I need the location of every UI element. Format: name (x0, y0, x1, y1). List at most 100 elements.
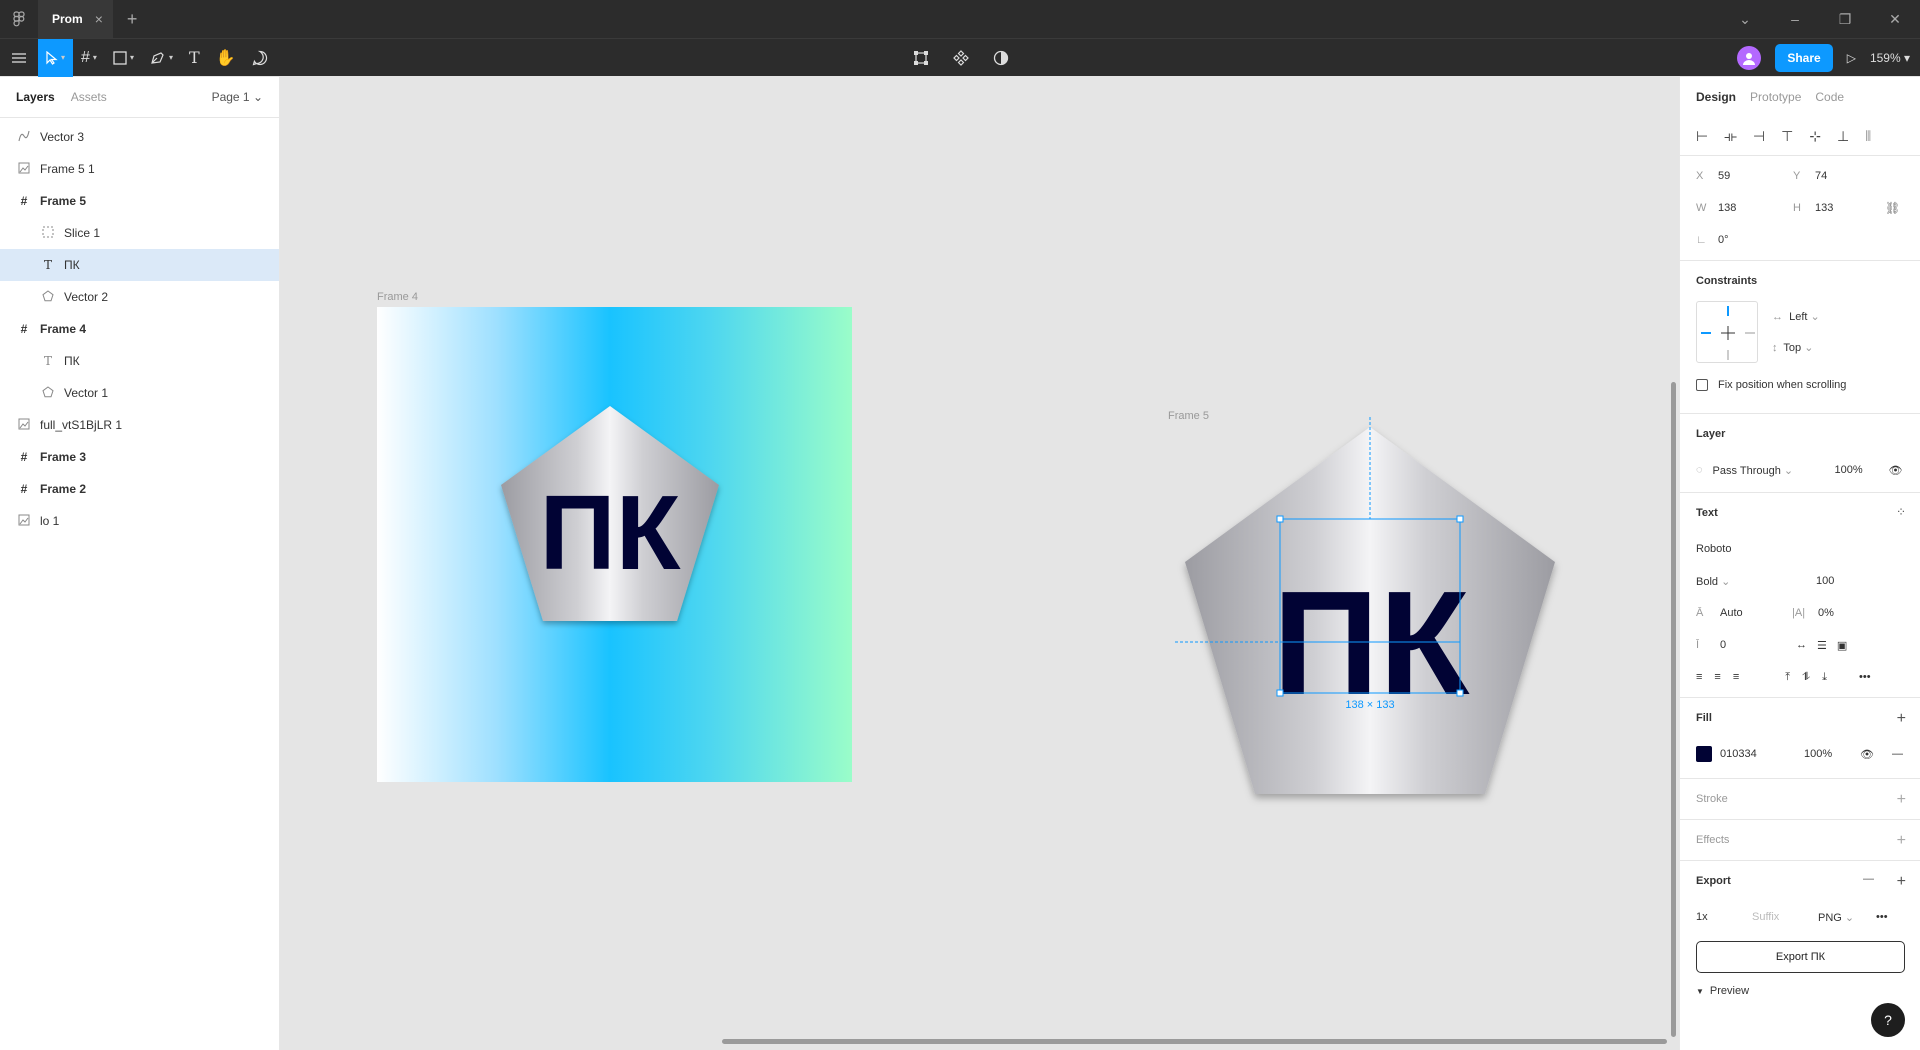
move-tool-button[interactable]: ▾ (38, 38, 74, 77)
fill-hex-input[interactable]: 010334 (1720, 748, 1804, 760)
remove-fill-icon[interactable]: — (1892, 748, 1903, 760)
zoom-dropdown[interactable]: 159% ▾ (1870, 51, 1910, 65)
frame-tool-button[interactable]: # ▾ (73, 39, 105, 77)
align-left-icon[interactable]: ⊢ (1696, 128, 1708, 145)
resize-handle[interactable] (1456, 689, 1464, 697)
tab-code[interactable]: Code (1815, 90, 1844, 104)
line-height-input[interactable]: Auto (1720, 607, 1792, 619)
resize-handle[interactable] (1276, 515, 1284, 523)
align-center-h-icon[interactable]: ⟛ (1724, 128, 1737, 145)
text-tool-button[interactable]: T (181, 39, 208, 77)
component-icon[interactable] (945, 39, 977, 77)
horizontal-scrollbar[interactable] (722, 1039, 1667, 1044)
align-bottom-text-icon[interactable]: ⤓ (1822, 671, 1827, 684)
layer-item[interactable]: Vector 2 (0, 281, 279, 313)
comment-tool-button[interactable] (244, 39, 276, 77)
layer-item[interactable]: Frame 5 1 (0, 153, 279, 185)
share-button[interactable]: Share (1775, 44, 1833, 72)
preview-toggle[interactable]: Preview (1710, 985, 1749, 997)
rotation-input[interactable]: 0° (1718, 234, 1729, 246)
align-right-icon[interactable]: ⊣ (1753, 128, 1765, 145)
vertical-scrollbar[interactable] (1671, 382, 1676, 1037)
file-tab[interactable]: Prom × (38, 0, 113, 38)
blend-mode-dropdown[interactable]: Pass Through ⌄ (1713, 464, 1835, 477)
layer-item[interactable]: Vector 3 (0, 121, 279, 153)
new-tab-icon[interactable]: + (127, 9, 138, 30)
layer-item[interactable]: # Frame 4 (0, 313, 279, 345)
horizontal-constraint-dropdown[interactable]: ↔ Left ⌄ (1772, 310, 1820, 323)
fill-visibility-icon[interactable]: 👁 (1860, 748, 1874, 761)
remove-export-icon[interactable]: — (1863, 873, 1874, 885)
frame-5[interactable]: ПК 138 × 133 (1160, 417, 1620, 887)
layer-item[interactable]: full_vtS1BjLR 1 (0, 409, 279, 441)
shape-tool-button[interactable]: ▾ (105, 39, 142, 77)
font-size-input[interactable]: 100 (1816, 575, 1834, 587)
text-align-left-icon[interactable]: ≡ (1696, 671, 1702, 683)
constrain-proportions-icon[interactable]: ⛓ (1885, 201, 1900, 215)
resize-handle[interactable] (1456, 515, 1464, 523)
auto-width-icon[interactable]: ↔ (1796, 639, 1807, 651)
layer-item[interactable]: Slice 1 (0, 217, 279, 249)
align-top-icon[interactable]: ⊤ (1781, 128, 1793, 145)
vertical-constraint-dropdown[interactable]: ↕ Top ⌄ (1772, 341, 1820, 354)
resize-handle[interactable] (1276, 689, 1284, 697)
text-align-center-icon[interactable]: ≡ (1714, 671, 1720, 683)
constraints-widget[interactable] (1696, 301, 1758, 363)
main-menu-icon[interactable] (0, 39, 38, 77)
help-button[interactable]: ? (1871, 1003, 1905, 1037)
contrast-icon[interactable] (985, 39, 1017, 77)
close-window-icon[interactable]: ✕ (1870, 11, 1920, 28)
distribute-icon[interactable]: ⫴ (1865, 128, 1871, 145)
w-input[interactable]: 138 (1718, 202, 1793, 214)
export-format-dropdown[interactable]: PNG ⌄ (1818, 911, 1876, 924)
layer-item[interactable]: Vector 1 (0, 377, 279, 409)
text-styles-icon[interactable]: ⁘ (1896, 505, 1906, 519)
align-top-text-icon[interactable]: ⤒ (1785, 671, 1790, 684)
align-middle-text-icon[interactable]: ⥮ (1802, 671, 1810, 684)
fixed-size-icon[interactable]: ▣ (1837, 639, 1847, 652)
more-options-icon[interactable]: ••• (1859, 671, 1871, 683)
font-weight-dropdown[interactable]: Bold ⌄ (1696, 575, 1816, 588)
canvas[interactable]: Frame 4 ПК Frame 5 ПК 138 × 133 (280, 77, 1679, 1050)
auto-height-icon[interactable]: ☰ (1817, 639, 1827, 652)
add-stroke-icon[interactable]: + (1897, 791, 1906, 809)
layer-opacity-input[interactable]: 100% (1835, 464, 1889, 476)
pen-tool-button[interactable]: ▾ (142, 39, 181, 77)
logo-text[interactable]: ПК (540, 474, 681, 592)
restore-icon[interactable]: ❐ (1820, 11, 1870, 28)
fill-opacity-input[interactable]: 100% (1804, 748, 1860, 760)
minimize-icon[interactable]: – (1770, 11, 1820, 27)
hand-tool-button[interactable]: ✋ (208, 39, 244, 77)
export-scale-input[interactable]: 1x (1696, 911, 1752, 923)
add-fill-icon[interactable]: + (1897, 710, 1906, 728)
frame4-label[interactable]: Frame 4 (377, 291, 418, 303)
add-effect-icon[interactable]: + (1897, 832, 1906, 850)
figma-logo-icon[interactable] (0, 0, 38, 38)
layer-item[interactable]: # Frame 2 (0, 473, 279, 505)
eye-icon[interactable]: 👁 (1889, 464, 1903, 477)
layer-item[interactable]: # Frame 3 (0, 441, 279, 473)
play-icon[interactable]: ▷ (1847, 51, 1856, 65)
letter-spacing-input[interactable]: 0% (1818, 607, 1834, 619)
fill-color-swatch[interactable] (1696, 746, 1712, 762)
export-suffix-input[interactable]: Suffix (1752, 911, 1818, 923)
layer-item[interactable]: T ПК (0, 345, 279, 377)
tab-design[interactable]: Design (1696, 90, 1736, 104)
edit-object-icon[interactable] (905, 39, 937, 77)
layer-item[interactable]: T ПК (0, 249, 279, 281)
user-avatar[interactable] (1737, 46, 1762, 70)
add-export-icon[interactable]: + (1897, 873, 1906, 891)
fix-position-checkbox[interactable] (1696, 379, 1708, 391)
close-tab-icon[interactable]: × (95, 11, 103, 27)
font-family-dropdown[interactable]: Roboto (1696, 543, 1731, 555)
layer-item[interactable]: lo 1 (0, 505, 279, 537)
align-bottom-icon[interactable]: ⊥ (1837, 128, 1849, 145)
h-input[interactable]: 133 (1815, 202, 1885, 214)
tab-prototype[interactable]: Prototype (1750, 90, 1801, 104)
frame4-logo[interactable]: ПК (377, 307, 852, 782)
y-input[interactable]: 74 (1815, 170, 1827, 182)
paragraph-spacing-input[interactable]: 0 (1720, 639, 1796, 651)
export-settings-icon[interactable]: ••• (1876, 911, 1888, 923)
chevron-down-icon[interactable]: ⌄ (1720, 11, 1770, 28)
x-input[interactable]: 59 (1718, 170, 1793, 182)
